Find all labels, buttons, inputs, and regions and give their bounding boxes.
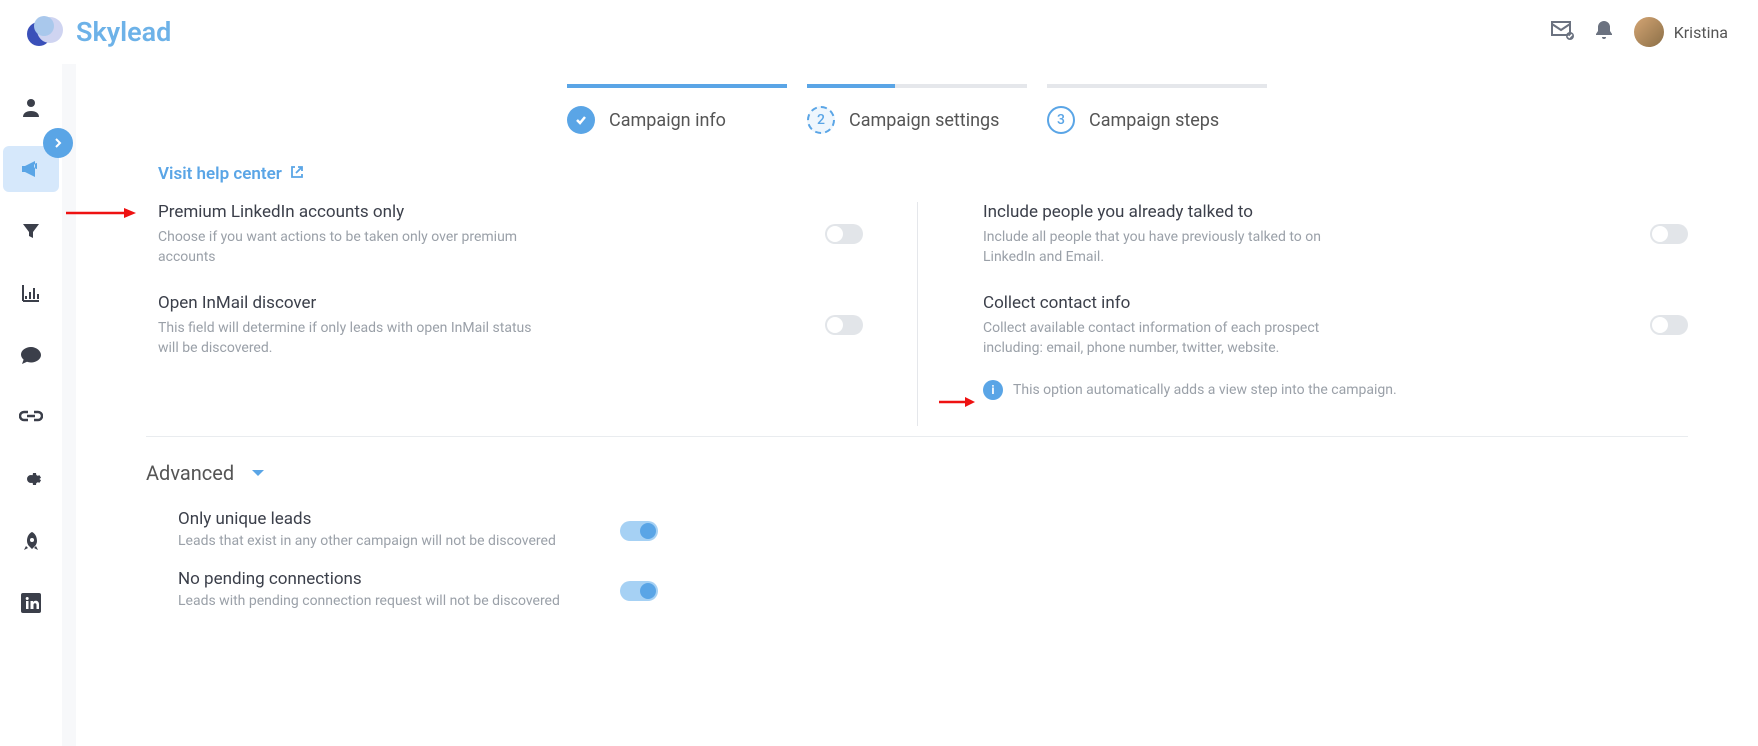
bell-icon[interactable] (1594, 19, 1614, 45)
settings-grid: Premium LinkedIn accounts only Choose if… (146, 202, 1688, 436)
setting-title: Only unique leads (178, 509, 658, 529)
setting-desc: Choose if you want actions to be taken o… (158, 228, 538, 267)
sidebar-item-filter[interactable] (3, 208, 59, 254)
setting-title: Premium LinkedIn accounts only (158, 202, 803, 222)
user-menu[interactable]: Kristina (1634, 17, 1728, 47)
avatar (1634, 17, 1664, 47)
divider (146, 436, 1688, 437)
sidebar-item-integrations[interactable] (3, 394, 59, 440)
header-actions: Kristina (1550, 17, 1728, 47)
sidebar-item-launch[interactable] (3, 518, 59, 564)
setting-include-talked: Include people you already talked to Inc… (983, 202, 1688, 267)
sidebar-item-linkedin[interactable] (3, 580, 59, 626)
toggle-premium[interactable] (825, 224, 863, 244)
step-campaign-steps[interactable]: 3 Campaign steps (1047, 84, 1267, 134)
sidebar-item-settings[interactable] (3, 456, 59, 502)
setting-desc: Leads that exist in any other campaign w… (178, 533, 658, 549)
setting-no-pending: No pending connections Leads with pendin… (178, 569, 658, 609)
wizard-stepper: Campaign info 2 Campaign settings 3 Camp… (146, 84, 1688, 134)
username: Kristina (1674, 23, 1728, 42)
annotation-arrow (939, 393, 975, 405)
toggle-unique-leads[interactable] (620, 521, 658, 541)
setting-title: Collect contact info (983, 293, 1628, 313)
advanced-toggle[interactable]: Advanced (146, 461, 1688, 485)
advanced-list: Only unique leads Leads that exist in an… (146, 509, 1688, 609)
setting-desc: Collect available contact information of… (983, 319, 1363, 358)
header: Skylead Kristina (0, 0, 1758, 64)
brand-name: Skylead (76, 16, 171, 48)
logo[interactable]: Skylead (26, 12, 171, 52)
check-icon (567, 106, 595, 134)
chevron-down-icon (252, 470, 264, 476)
setting-title: Include people you already talked to (983, 202, 1628, 222)
setting-title: Open InMail discover (158, 293, 803, 313)
annotation-arrow (66, 204, 136, 216)
logo-icon (26, 12, 66, 52)
toggle-collect-contact[interactable] (1650, 315, 1688, 335)
sidebar-item-campaigns[interactable] (3, 146, 59, 192)
sidebar-item-contacts[interactable] (3, 84, 59, 130)
setting-collect-contact: Collect contact info Collect available c… (983, 293, 1688, 400)
setting-desc: Include all people that you have previou… (983, 228, 1363, 267)
setting-desc: Leads with pending connection request wi… (178, 593, 658, 609)
external-link-icon (290, 164, 304, 184)
info-icon: i (983, 380, 1003, 400)
setting-open-inmail: Open InMail discover This field will det… (158, 293, 863, 400)
toggle-no-pending[interactable] (620, 581, 658, 601)
sidebar (0, 64, 62, 746)
toggle-include-talked[interactable] (1650, 224, 1688, 244)
setting-premium-only: Premium LinkedIn accounts only Choose if… (158, 202, 863, 267)
mail-icon[interactable] (1550, 20, 1574, 44)
step-campaign-settings[interactable]: 2 Campaign settings (807, 84, 1027, 134)
main-content: Campaign info 2 Campaign settings 3 Camp… (62, 64, 1758, 746)
setting-unique-leads: Only unique leads Leads that exist in an… (178, 509, 658, 549)
sidebar-item-analytics[interactable] (3, 270, 59, 316)
setting-desc: This field will determine if only leads … (158, 319, 538, 358)
step-campaign-info[interactable]: Campaign info (567, 84, 787, 134)
chevron-right-icon (43, 128, 73, 158)
help-center-link[interactable]: Visit help center (158, 164, 304, 184)
sidebar-item-chat[interactable] (3, 332, 59, 378)
setting-note: i This option automatically adds a view … (983, 380, 1628, 400)
toggle-open-inmail[interactable] (825, 315, 863, 335)
setting-title: No pending connections (178, 569, 658, 589)
